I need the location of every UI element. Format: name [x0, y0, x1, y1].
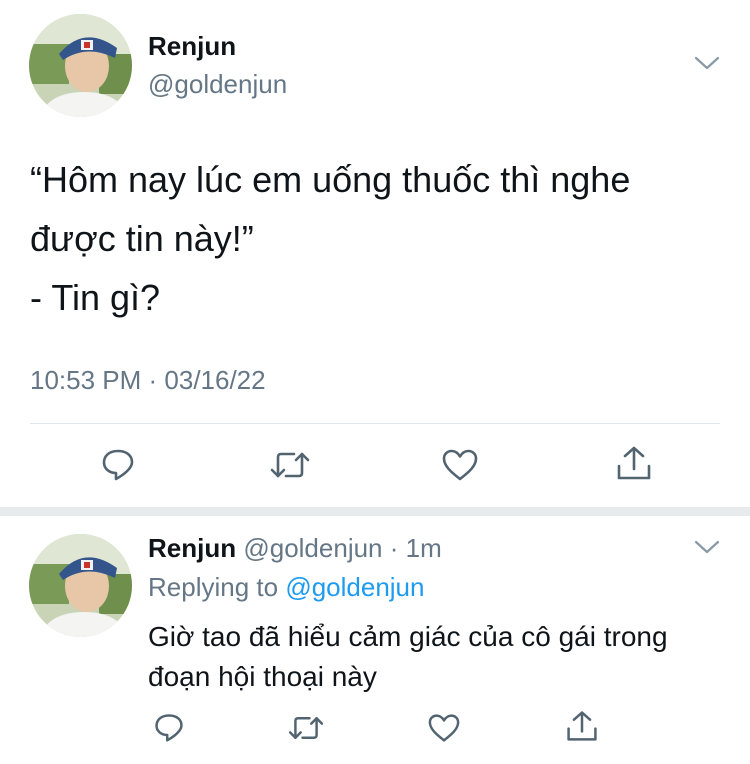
tweet-text-line: được tin này!”	[30, 218, 254, 259]
comment-bubble-icon[interactable]	[153, 711, 185, 743]
replying-to-handle-link[interactable]: @goldenjun	[285, 572, 424, 602]
reply-text-line: Giờ tao đã hiểu cảm giác của cô gái tron…	[148, 621, 668, 652]
reply-text: Giờ tao đã hiểu cảm giác của cô gái tron…	[148, 617, 668, 697]
time-separator: ·	[389, 533, 399, 563]
tweet-timestamp[interactable]: 10:53 PM · 03/16/22	[30, 364, 266, 396]
reply-text-line: đoạn hội thoại này	[148, 661, 377, 692]
retweet-arrows-icon[interactable]	[288, 713, 324, 743]
replying-to: Replying to @goldenjun	[148, 571, 424, 603]
reply-header: Renjun @goldenjun · 1m	[148, 532, 442, 564]
chevron-down-icon[interactable]	[693, 538, 721, 556]
author-handle[interactable]: @goldenjun	[243, 533, 382, 563]
author-name[interactable]: Renjun	[148, 533, 236, 563]
replying-to-label: Replying to	[148, 572, 279, 602]
author-name[interactable]: Renjun	[148, 30, 236, 62]
tweet-time[interactable]: 1m	[406, 533, 442, 563]
avatar[interactable]	[29, 14, 132, 117]
share-upload-icon[interactable]	[615, 444, 653, 482]
divider	[30, 423, 720, 424]
heart-icon[interactable]	[427, 713, 461, 743]
tweet-text-line: “Hôm nay lúc em uống thuốc thì nghe	[30, 159, 631, 200]
tweet-text-line: - Tin gì?	[30, 277, 161, 318]
heart-icon[interactable]	[441, 448, 479, 482]
share-upload-icon[interactable]	[565, 709, 599, 743]
section-divider	[0, 507, 750, 516]
chevron-down-icon[interactable]	[693, 54, 721, 72]
retweet-arrows-icon[interactable]	[270, 448, 310, 482]
tweet-text: “Hôm nay lúc em uống thuốc thì nghe được…	[30, 150, 630, 327]
comment-bubble-icon[interactable]	[100, 446, 136, 482]
author-handle[interactable]: @goldenjun	[148, 68, 287, 100]
avatar[interactable]	[29, 534, 132, 637]
